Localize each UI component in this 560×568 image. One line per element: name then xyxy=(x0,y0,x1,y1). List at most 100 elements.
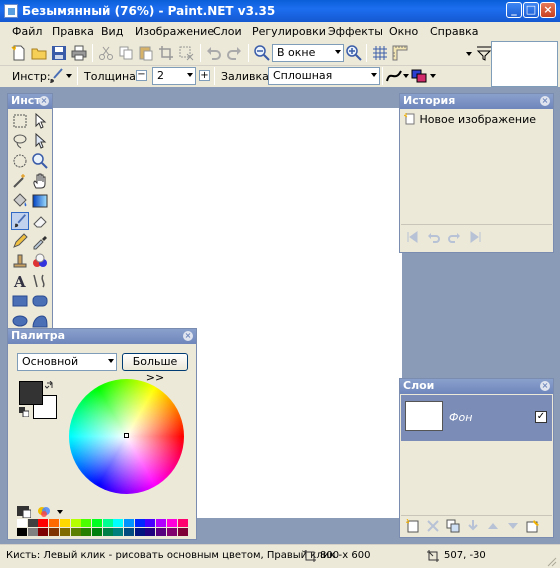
title-bar[interactable]: Безымянный (76%) - Paint.NET v3.35 _ □ × xyxy=(0,0,560,22)
open-folder-icon[interactable] xyxy=(31,45,47,61)
menu-effects[interactable]: Эффекты xyxy=(328,25,383,38)
color-wheel-cursor[interactable] xyxy=(124,433,129,438)
close-button[interactable]: × xyxy=(540,2,556,18)
paste-icon[interactable] xyxy=(138,45,154,61)
add-layer-icon[interactable] xyxy=(406,519,420,533)
app-icon[interactable] xyxy=(4,4,18,18)
lasso-icon[interactable] xyxy=(11,132,29,150)
palette-swatch[interactable] xyxy=(102,528,113,536)
reset-colors-icon[interactable] xyxy=(19,407,29,417)
eraser-icon[interactable] xyxy=(31,212,49,230)
menu-layers[interactable]: Слои xyxy=(213,25,242,38)
palette-swatch[interactable] xyxy=(134,528,145,536)
palette-swatch[interactable] xyxy=(38,519,49,527)
close-icon[interactable]: × xyxy=(540,96,550,106)
palette-menu-icon[interactable] xyxy=(17,504,31,518)
undo-icon[interactable] xyxy=(428,231,440,243)
duplicate-layer-icon[interactable] xyxy=(446,519,460,533)
thickness-increase-button[interactable]: + xyxy=(199,70,210,81)
palette-swatch[interactable] xyxy=(102,519,113,527)
more-button[interactable]: Больше >> xyxy=(122,353,188,384)
merge-layer-down-icon[interactable] xyxy=(466,519,480,533)
palette-swatch[interactable] xyxy=(124,519,134,527)
paintbrush-icon[interactable] xyxy=(11,212,29,230)
primary-color-swatch[interactable] xyxy=(19,381,43,405)
palette-swatch[interactable] xyxy=(27,528,38,536)
swap-colors-icon[interactable] xyxy=(45,381,55,391)
image-thumbnail[interactable] xyxy=(491,41,558,87)
layer-item[interactable]: Фон ✓ xyxy=(401,395,552,441)
layer-visibility-checkbox[interactable]: ✓ xyxy=(535,411,547,423)
deselect-icon[interactable] xyxy=(178,45,194,61)
palette-swatch[interactable] xyxy=(17,528,27,536)
zoom-icon[interactable] xyxy=(31,152,49,170)
close-icon[interactable]: × xyxy=(540,381,550,391)
palette-swatch[interactable] xyxy=(134,519,145,527)
redo-icon[interactable] xyxy=(226,45,242,61)
palette-swatch[interactable] xyxy=(81,528,92,536)
redo-icon[interactable] xyxy=(448,231,460,243)
pencil-icon[interactable] xyxy=(11,232,29,250)
paint-bucket-icon[interactable] xyxy=(11,192,29,210)
thickness-decrease-button[interactable]: − xyxy=(136,70,147,81)
close-icon[interactable]: × xyxy=(183,331,193,341)
undo-icon[interactable] xyxy=(206,45,222,61)
palette-swatch[interactable] xyxy=(49,528,60,536)
chevron-down-icon[interactable] xyxy=(403,74,409,78)
filter-funnel-icon[interactable] xyxy=(476,45,492,61)
blend-mode-icon[interactable] xyxy=(411,68,427,84)
palette-swatch[interactable] xyxy=(49,519,60,527)
rewind-icon[interactable] xyxy=(406,231,418,243)
chevron-down-icon[interactable] xyxy=(66,74,72,78)
delete-layer-icon[interactable] xyxy=(426,519,440,533)
palette-swatch[interactable] xyxy=(91,519,102,527)
crop-icon[interactable] xyxy=(158,45,174,61)
rectangle-select-icon[interactable] xyxy=(11,112,29,130)
rectangle-icon[interactable] xyxy=(11,292,29,310)
ellipse-select-icon[interactable] xyxy=(11,152,29,170)
palette-swatch[interactable] xyxy=(145,519,156,527)
minimize-button[interactable]: _ xyxy=(506,2,522,18)
menu-adjustments[interactable]: Регулировки xyxy=(252,25,326,38)
new-file-icon[interactable] xyxy=(11,45,27,61)
magic-wand-icon[interactable] xyxy=(11,172,29,190)
clone-stamp-icon[interactable] xyxy=(11,252,29,270)
fast-forward-icon[interactable] xyxy=(470,231,482,243)
palette-swatch[interactable] xyxy=(113,519,124,527)
zoom-mode-combo[interactable]: В окне xyxy=(272,44,344,62)
line-curve-icon[interactable] xyxy=(31,272,49,290)
palette-swatch[interactable] xyxy=(177,519,188,527)
text-tool-icon[interactable]: A xyxy=(11,272,29,290)
move-selected-pixels-icon[interactable] xyxy=(31,132,49,150)
maximize-button[interactable]: □ xyxy=(523,2,539,18)
gradient-icon[interactable] xyxy=(31,192,49,210)
menu-edit[interactable]: Правка xyxy=(52,25,94,38)
move-selection-icon[interactable] xyxy=(31,112,49,130)
tools-window-header[interactable]: Инст × xyxy=(8,94,52,109)
zoom-out-icon[interactable] xyxy=(254,45,270,61)
palette-swatch[interactable] xyxy=(166,519,177,527)
layers-window-header[interactable]: Слои × xyxy=(400,379,553,394)
palette-swatch[interactable] xyxy=(145,528,156,536)
fill-mode-combo[interactable]: Сплошная xyxy=(268,67,380,85)
palette-mode-combo[interactable]: Основной xyxy=(17,353,117,371)
palette-options-icon[interactable] xyxy=(37,504,53,518)
palette-window-header[interactable]: Палитра × xyxy=(8,329,196,344)
move-layer-up-icon[interactable] xyxy=(486,519,500,533)
palette-swatch[interactable] xyxy=(59,528,70,536)
history-window-header[interactable]: История × xyxy=(400,94,553,109)
rounded-rectangle-icon[interactable] xyxy=(31,292,49,310)
palette-swatch[interactable] xyxy=(70,528,81,536)
palette-swatch[interactable] xyxy=(177,528,188,536)
pan-hand-icon[interactable] xyxy=(31,172,49,190)
palette-swatch[interactable] xyxy=(17,519,27,527)
palette-swatch[interactable] xyxy=(91,528,102,536)
palette-swatch[interactable] xyxy=(70,519,81,527)
history-item[interactable]: Новое изображение xyxy=(403,113,536,126)
grid-icon[interactable] xyxy=(372,45,388,61)
paintbrush-icon[interactable] xyxy=(48,68,64,84)
palette-swatch[interactable] xyxy=(38,528,49,536)
save-icon[interactable] xyxy=(51,45,67,61)
palette-swatch[interactable] xyxy=(27,519,38,527)
palette-swatch[interactable] xyxy=(156,519,167,527)
